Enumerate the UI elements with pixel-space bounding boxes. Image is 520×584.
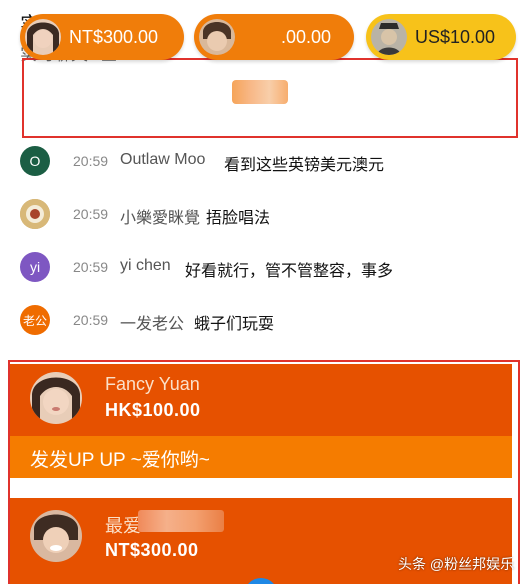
avatar [20, 199, 50, 229]
chat-message[interactable]: 20:59 小樂愛眯覺 捂脸唱法 [0, 193, 520, 246]
message-text: 好看就行，管不管整容，事多 [185, 263, 394, 280]
avatar [371, 19, 407, 55]
avatar: 老公 [20, 305, 50, 335]
message-author[interactable]: 小樂愛眯覺 [120, 204, 200, 228]
message-text: 看到这些英镑美元澳元 [224, 157, 385, 174]
message-text: 捂脸唱法 [206, 210, 271, 227]
message-author[interactable]: Outlaw Moo [120, 151, 205, 169]
super-chat-highlight [8, 360, 520, 584]
chat-message[interactable]: 老公 20:59 一发老公 蛾子们玩耍 [0, 299, 520, 352]
message-time: 20:59 [73, 206, 109, 222]
chat-message[interactable]: O 20:59 Outlaw Moo 看到这些英镑美元澳元 [0, 140, 520, 193]
avatar [25, 19, 61, 55]
message-time: 20:59 [73, 312, 109, 328]
chat-message[interactable]: yi 20:59 yi chen 好看就行，管不管整容，事多 [0, 246, 520, 299]
message-text: 蛾子们玩耍 [194, 316, 275, 333]
ticker-amount: NT$300.00 [69, 26, 159, 47]
message-author[interactable]: 一发老公 [120, 310, 184, 334]
ticker-chip[interactable]: .00.00 [194, 14, 354, 60]
watermark: 头条 @粉丝邦娱乐 [398, 556, 515, 572]
ticker-chip[interactable]: NT$300.00 [20, 14, 184, 60]
avatar: yi [20, 252, 50, 282]
ticker-amount: US$10.00 [415, 26, 496, 47]
ticker-amount: .00.00 [281, 26, 332, 47]
message-author[interactable]: yi chen [120, 257, 171, 275]
ticker-chip[interactable]: US$10.00 [366, 14, 516, 60]
chat-message-list: O 20:59 Outlaw Moo 看到这些英镑美元澳元 20:59 小樂愛眯… [0, 140, 520, 352]
message-time: 20:59 [73, 153, 109, 169]
censor-blur [232, 80, 288, 104]
avatar [199, 19, 235, 55]
message-time: 20:59 [73, 259, 109, 275]
avatar: O [20, 146, 50, 176]
